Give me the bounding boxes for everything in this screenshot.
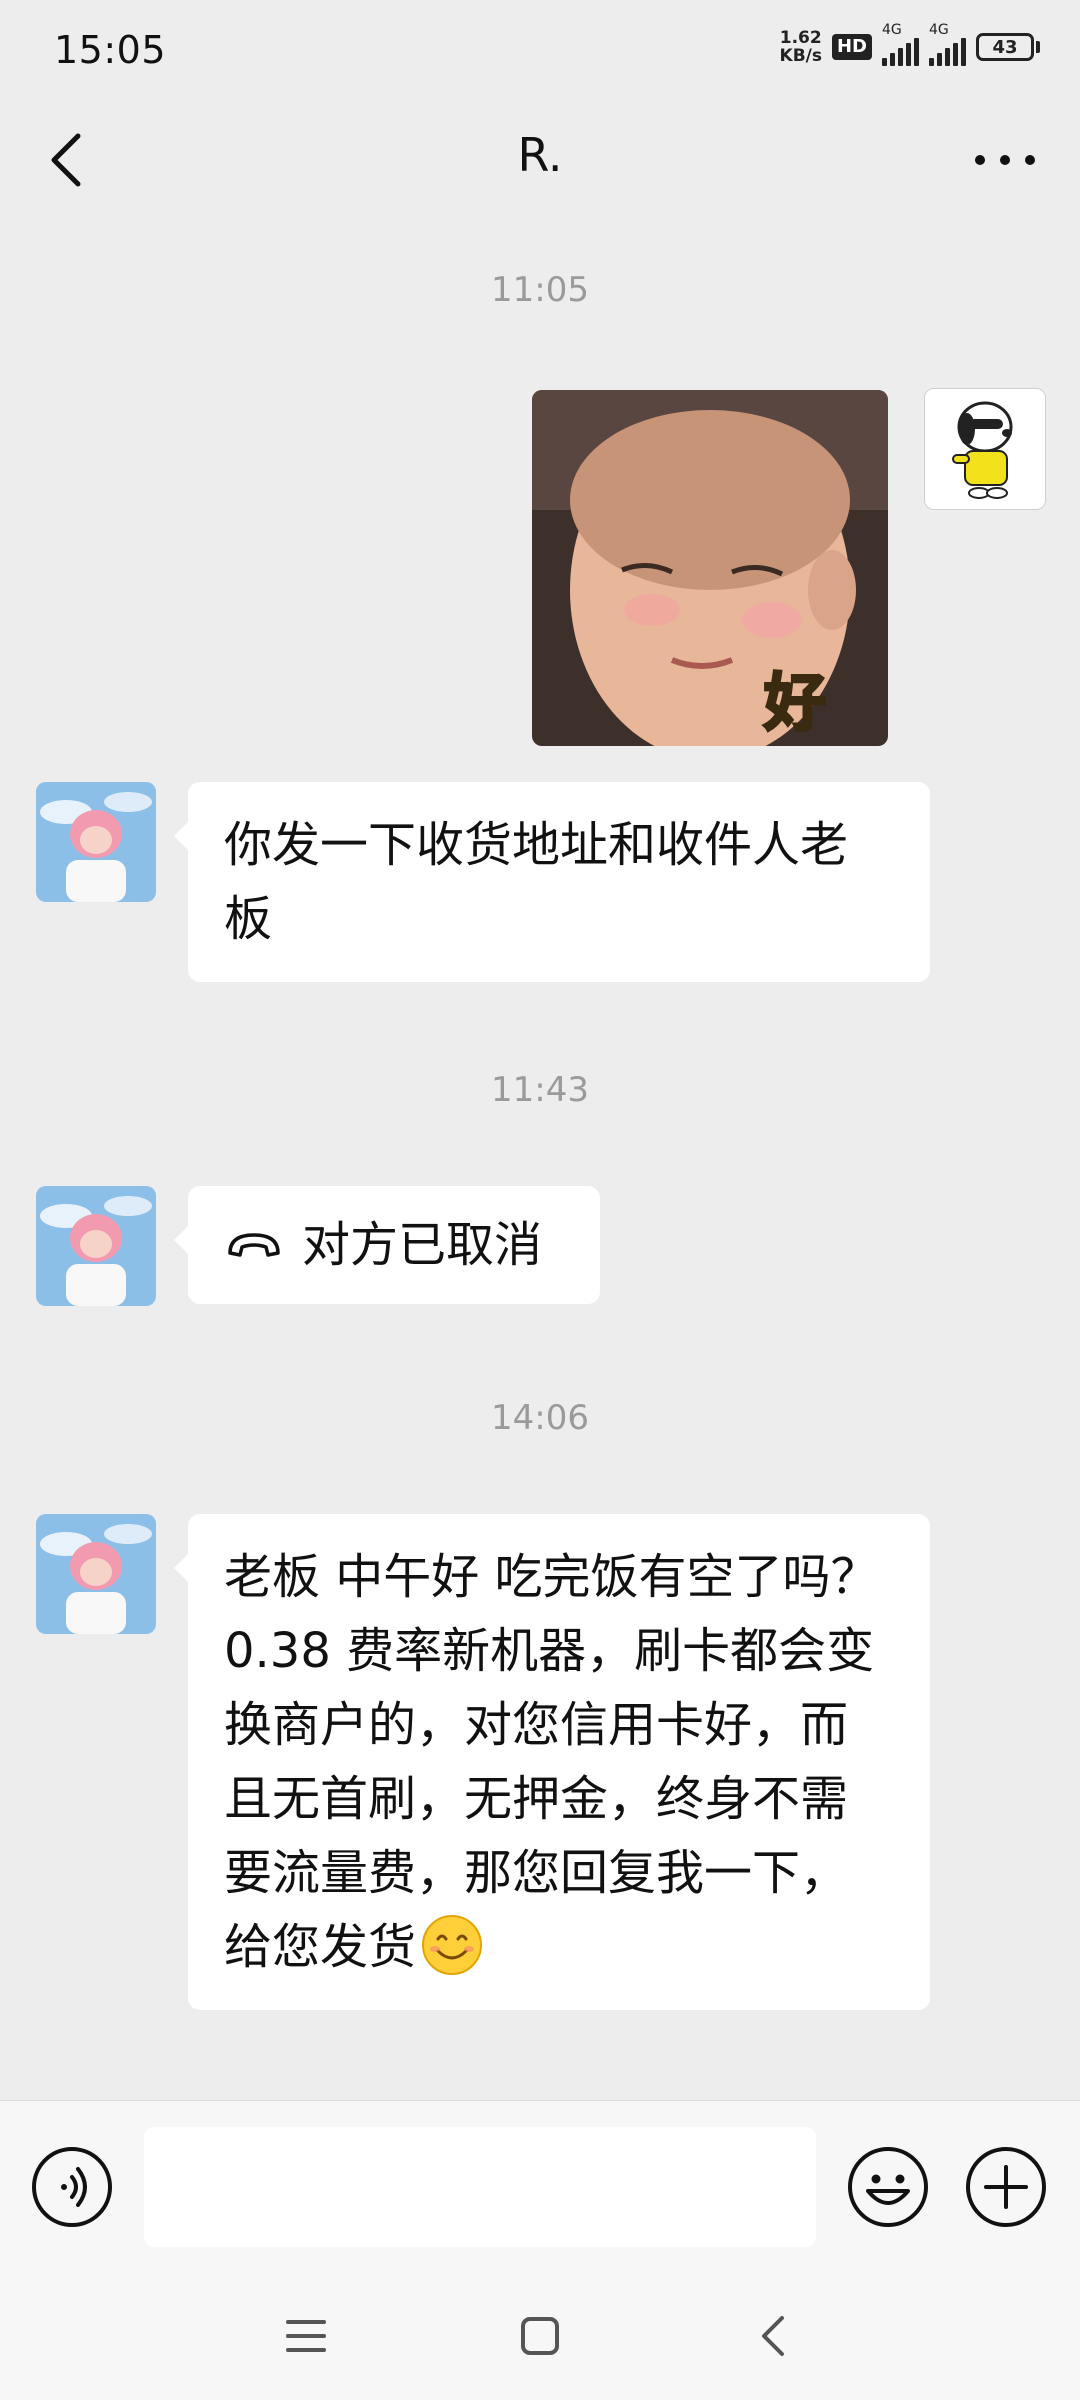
signal-label: 4G [882, 22, 902, 38]
smile-emoji-icon [422, 1915, 483, 1975]
hd-badge: HD [831, 34, 872, 60]
plus-icon[interactable] [964, 2145, 1048, 2229]
snoopy-avatar-image [925, 389, 1045, 509]
net-speed-unit: KB/s [779, 46, 822, 66]
phone-icon [228, 1233, 280, 1257]
contact-avatar-image [36, 782, 156, 902]
net-speed-value: 1.62 [779, 28, 822, 48]
contact-avatar-image [36, 1514, 156, 1634]
sticker-caption: 好 [762, 665, 827, 741]
contact-avatar[interactable] [36, 1186, 156, 1306]
my-avatar[interactable] [924, 388, 1046, 510]
contact-avatar-image [36, 1186, 156, 1306]
message-bubble[interactable]: 你发一下收货地址和收件人老板 [174, 782, 930, 982]
system-back-icon[interactable] [744, 2306, 804, 2366]
status-icons: 1.62 KB/s HD 4G 4G 43 [780, 22, 1040, 66]
status-time: 15:05 [54, 28, 167, 72]
signal-label: 4G [929, 22, 949, 38]
battery-icon: 43 [976, 33, 1040, 61]
input-bar [0, 2100, 1080, 2271]
battery-level: 43 [976, 33, 1034, 61]
timestamp: 14:06 [491, 1398, 589, 1438]
voice-icon[interactable] [30, 2145, 114, 2229]
emoji-icon[interactable] [846, 2145, 930, 2229]
sticker-message[interactable]: 好 [532, 390, 888, 746]
network-speed: 1.62 KB/s [780, 29, 822, 65]
message-input[interactable] [144, 2127, 816, 2247]
call-cancelled-bubble[interactable]: 对方已取消 [174, 1186, 600, 1304]
call-status-text: 对方已取消 [302, 1217, 543, 1273]
contact-avatar[interactable] [36, 782, 156, 902]
message-list[interactable]: 11:05 好 你发一下收货地址和收件人老板 11:43 对方已取消 14:06… [0, 220, 1080, 2100]
signal-icon: 4G [929, 22, 966, 66]
message-bubble[interactable]: 老板 中午好 吃完饭有空了吗？0.38 费率新机器，刷卡都会变换商户的，对您信用… [174, 1514, 930, 2010]
sticker-image [532, 390, 888, 746]
more-icon[interactable] [970, 128, 1040, 192]
message-text: 老板 中午好 吃完饭有空了吗？0.38 费率新机器，刷卡都会变换商户的，对您信用… [224, 1549, 879, 1975]
chat-title: R. [517, 128, 563, 182]
contact-avatar[interactable] [36, 1514, 156, 1634]
system-navigation-bar [0, 2270, 1080, 2400]
menu-icon[interactable] [276, 2306, 336, 2366]
timestamp: 11:05 [491, 270, 589, 310]
status-bar: 15:05 1.62 KB/s HD 4G 4G 43 [0, 0, 1080, 100]
signal-icon: 4G [882, 22, 919, 66]
timestamp: 11:43 [491, 1070, 589, 1110]
chat-header: R. [0, 100, 1080, 220]
home-icon[interactable] [510, 2306, 570, 2366]
